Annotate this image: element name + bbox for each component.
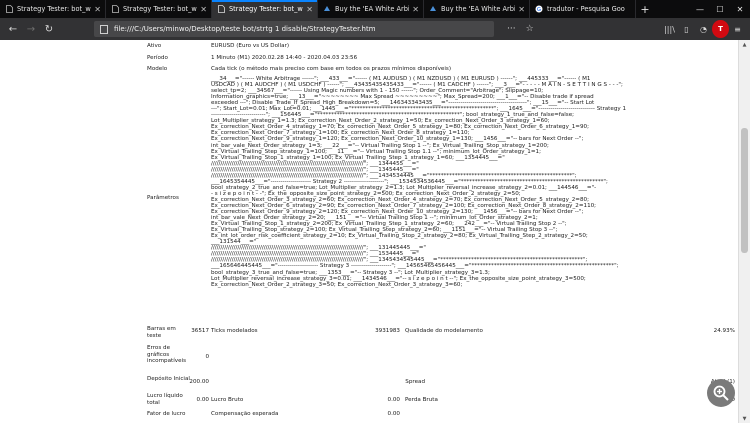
url-bar[interactable]: file:///C:/Users/minwo/Desktop/teste bot… (94, 21, 494, 37)
new-tab-button[interactable]: + (636, 0, 654, 18)
tab-strategy-tester-3[interactable]: Strategy Tester: bot_wolfzea ✕ (212, 0, 318, 18)
forward-button[interactable]: → (22, 20, 40, 38)
vertical-scrollbar[interactable]: ▲ ▼ (738, 40, 750, 423)
tab-label: Buy the 'EA White Arbitr (441, 5, 516, 13)
tab-strip: Strategy Tester: bot_wolfzea ✕ Strategy … (0, 0, 750, 18)
close-icon[interactable]: ✕ (94, 5, 101, 14)
window-controls: — ☐ ✕ (690, 0, 750, 18)
scroll-down-arrow-icon[interactable]: ▼ (739, 414, 750, 423)
navigation-bar: ← → ↻ file:///C:/Users/minwo/Desktop/tes… (0, 18, 750, 40)
magnifier-plus-icon (713, 385, 729, 401)
toolbar-right: |||\ ▯ ◔ T ≡ (661, 20, 746, 38)
reload-button[interactable]: ↻ (40, 20, 58, 38)
label-modelo: Modelo (147, 66, 168, 72)
page-icon (217, 5, 225, 13)
value-ticks: 3931983 (375, 328, 400, 334)
mql5-icon (323, 5, 331, 13)
label-barras: Barras em teste (147, 326, 176, 339)
page-icon (5, 5, 13, 13)
page-icon (100, 24, 108, 34)
scrollbar-thumb[interactable] (741, 128, 748, 253)
label-ticks: Ticks modelados (211, 328, 258, 334)
tab-google-search[interactable]: G tradutor - Pesquisa Goo (530, 0, 636, 18)
label-compensacao: Compensação esperada (211, 411, 279, 417)
tab-strategy-tester-2[interactable]: Strategy Tester: bot_wolfzea ✕ (106, 0, 212, 18)
more-icon[interactable]: ··· (507, 24, 516, 34)
close-icon[interactable]: ✕ (306, 5, 313, 14)
value-erros: 0 (205, 354, 209, 360)
value-qualidade: 24.93% (713, 328, 735, 334)
label-ativo: Ativo (147, 43, 162, 49)
value-deposito: 200.00 (189, 379, 209, 385)
close-icon[interactable]: ✕ (518, 5, 525, 14)
back-button[interactable]: ← (4, 20, 22, 38)
url-text: file:///C:/Users/minwo/Desktop/teste bot… (114, 25, 376, 33)
tab-buy-ea-1[interactable]: Buy the 'EA White Arbitr ✕ (318, 0, 424, 18)
tab-buy-ea-2[interactable]: Buy the 'EA White Arbitr ✕ (424, 0, 530, 18)
label-qualidade: Qualidade do modelamento (405, 328, 483, 334)
url-actions: ··· ☆ (502, 24, 539, 34)
tab-strategy-tester-1[interactable]: Strategy Tester: bot_wolfzea ✕ (0, 0, 106, 18)
value-modelo: Cada tick (o método mais preciso com bas… (211, 66, 451, 72)
tab-label: Strategy Tester: bot_wolfzea (17, 5, 91, 13)
label-fator: Fator de lucro (147, 411, 186, 417)
label-erros: Erros de gráficos incompatíveis (147, 345, 186, 364)
page-icon (111, 5, 119, 13)
library-icon[interactable]: |||\ (661, 20, 678, 38)
label-perda-bruta: Perda Bruta (405, 397, 438, 403)
sidebar-icon[interactable]: ▯ (678, 20, 695, 38)
extension-icon[interactable]: T (712, 20, 729, 38)
value-lucro-liquido: 0.00 (196, 397, 209, 403)
account-icon[interactable]: ◔ (695, 20, 712, 38)
tab-label: Strategy Tester: bot_wolfzea (123, 5, 197, 13)
label-lucro-bruto: Lucro Bruto (211, 397, 244, 403)
google-icon: G (535, 5, 543, 13)
close-window-icon[interactable]: ✕ (730, 0, 750, 18)
value-barras: 36517 (191, 328, 209, 334)
scroll-up-arrow-icon[interactable]: ▲ (739, 40, 750, 49)
close-icon[interactable]: ✕ (200, 5, 207, 14)
label-periodo: Período (147, 55, 168, 61)
tab-label: Buy the 'EA White Arbitr (335, 5, 410, 13)
label-parametros: Parâmetros (147, 195, 179, 201)
menu-icon[interactable]: ≡ (729, 20, 746, 38)
minimize-icon[interactable]: — (690, 0, 710, 18)
maximize-icon[interactable]: ☐ (710, 0, 730, 18)
zoom-button[interactable] (707, 379, 735, 407)
bookmark-star-icon[interactable]: ☆ (526, 24, 534, 34)
mql5-icon (429, 5, 437, 13)
value-ativo: EURUSD (Euro vs US Dollar) (211, 43, 290, 49)
close-icon[interactable]: ✕ (412, 5, 419, 14)
tab-label: tradutor - Pesquisa Goo (547, 5, 625, 13)
svg-text:G: G (537, 7, 541, 13)
tab-label: Strategy Tester: bot_wolfzea (229, 5, 303, 13)
parameters-text: ___34___="------ White Arbitrage ------"… (211, 76, 627, 288)
value-periodo: 1 Minuto (M1) 2020.02.28 14:40 - 2020.04… (211, 55, 358, 61)
page-content: Ativo EURUSD (Euro vs US Dollar) Período… (0, 40, 738, 423)
label-spread: Spread (405, 379, 425, 385)
value-compensacao: 0.00 (387, 411, 400, 417)
value-lucro-bruto: 0.00 (387, 397, 400, 403)
